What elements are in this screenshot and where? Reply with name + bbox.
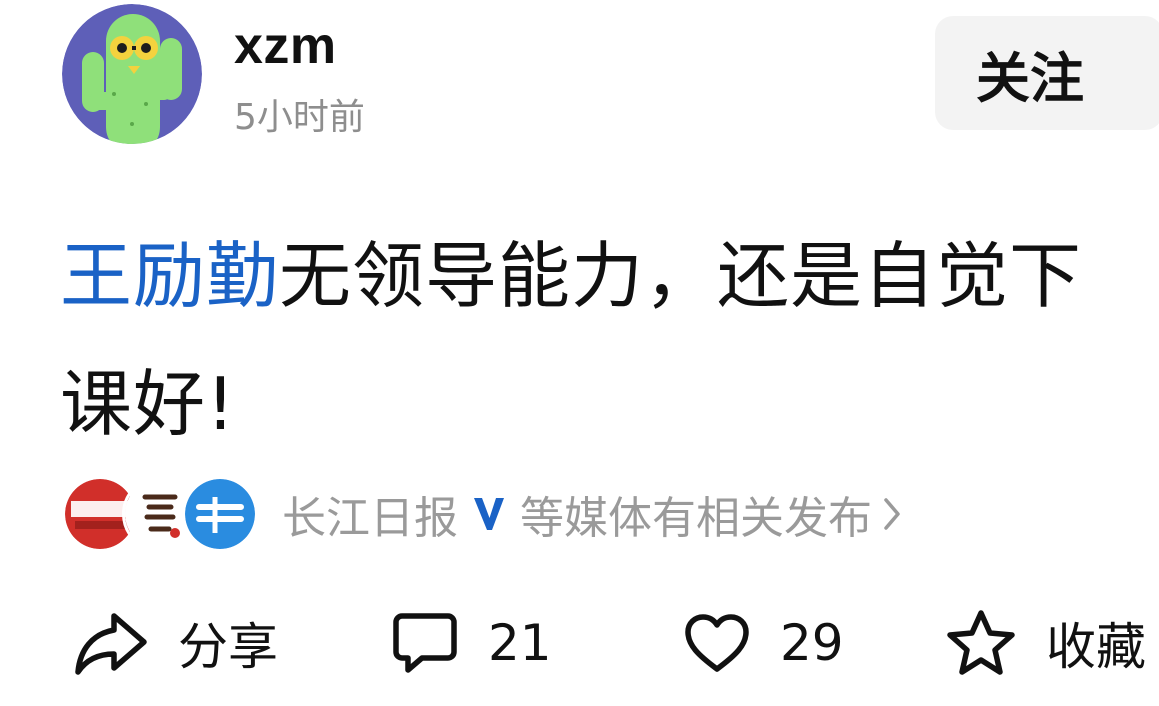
favorite-label: 收藏 <box>1046 618 1146 676</box>
comment-bubble-icon <box>393 613 457 673</box>
cactus-avatar-icon <box>62 4 202 144</box>
media-logo-jiupai <box>182 476 258 552</box>
post-timestamp: 5小时前 <box>234 97 365 138</box>
chevron-right-icon <box>882 496 902 532</box>
like-button[interactable]: 29 <box>684 606 844 680</box>
username[interactable]: xzm <box>234 14 337 78</box>
media-sources-suffix: 等媒体有相关发布 <box>520 493 872 544</box>
post-content: 王励勤无领导能力，还是自觉下课好! <box>60 212 1150 468</box>
like-count: 29 <box>780 614 844 672</box>
comment-count: 21 <box>488 614 552 672</box>
jiupai-logo-icon <box>185 479 255 549</box>
avatar[interactable] <box>62 4 202 144</box>
comment-button[interactable]: 21 <box>392 606 552 680</box>
follow-button[interactable]: 关注 <box>935 16 1159 130</box>
media-source-name: 长江日报 <box>282 493 458 544</box>
media-sources-link[interactable]: 长江日报 等媒体有相关发布 <box>282 482 902 546</box>
heart-icon <box>685 614 749 672</box>
media-sources-row[interactable]: 长江日报 等媒体有相关发布 <box>62 476 902 552</box>
verified-v-icon <box>472 494 506 534</box>
share-arrow-icon <box>75 613 147 675</box>
mention-link[interactable]: 王励勤 <box>60 234 279 318</box>
share-label: 分享 <box>178 618 278 676</box>
favorite-button[interactable]: 收藏 <box>946 606 1146 680</box>
share-button[interactable]: 分享 <box>74 606 278 680</box>
star-icon <box>947 610 1015 675</box>
